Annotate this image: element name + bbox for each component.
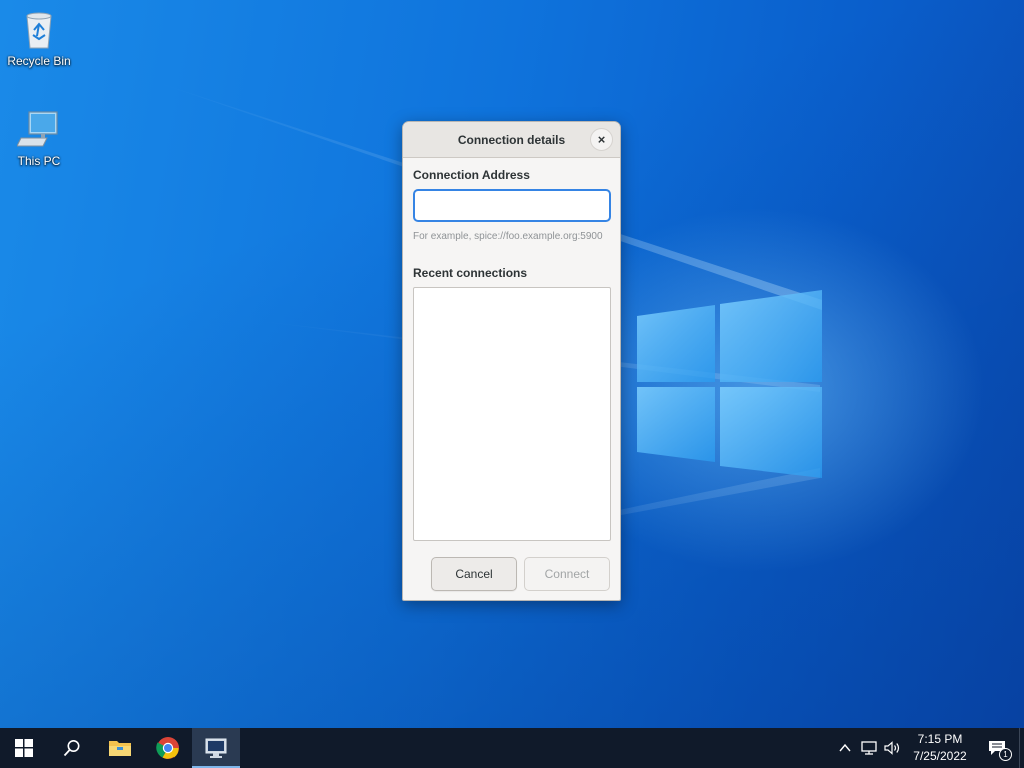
recent-connections-list[interactable] xyxy=(413,287,611,541)
clock-date: 7/25/2022 xyxy=(913,749,967,763)
notification-count-badge: 1 xyxy=(999,748,1012,761)
chrome-icon xyxy=(156,737,179,759)
clock-time: 7:15 PM xyxy=(917,732,963,746)
action-center-button[interactable]: 1 xyxy=(975,728,1019,768)
system-tray: 7:15 PM 7/25/2022 1 xyxy=(833,728,1024,768)
recent-connections-label: Recent connections xyxy=(413,266,528,280)
show-desktop-button[interactable] xyxy=(1019,728,1024,768)
recycle-bin-icon xyxy=(17,8,61,52)
file-explorer-button[interactable] xyxy=(96,728,144,768)
connection-address-label: Connection Address xyxy=(413,168,530,182)
dialog-header: Connection details × xyxy=(403,122,620,158)
start-button[interactable] xyxy=(0,728,48,768)
volume-icon xyxy=(884,741,900,755)
desktop-icon-label: Recycle Bin xyxy=(7,54,71,68)
volume-button[interactable] xyxy=(881,728,905,768)
dialog-title: Connection details xyxy=(457,132,566,147)
desktop-icon-recycle-bin[interactable]: Recycle Bin xyxy=(1,8,77,68)
clock[interactable]: 7:15 PM 7/25/2022 xyxy=(905,728,975,768)
connection-address-hint: For example, spice://foo.example.org:590… xyxy=(413,231,603,242)
search-button[interactable] xyxy=(48,728,96,768)
close-icon: × xyxy=(597,132,606,147)
show-hidden-icons-button[interactable] xyxy=(833,728,857,768)
connection-address-input[interactable] xyxy=(413,189,611,222)
close-button[interactable]: × xyxy=(590,128,613,151)
connection-details-dialog: Connection details × Connection Address … xyxy=(402,121,621,601)
network-icon xyxy=(861,741,877,755)
cancel-button[interactable]: Cancel xyxy=(431,557,517,591)
connect-button[interactable]: Connect xyxy=(524,557,610,591)
monitor-icon xyxy=(205,738,227,758)
taskbar: 7:15 PM 7/25/2022 1 xyxy=(0,728,1024,768)
folder-icon xyxy=(109,741,131,756)
network-button[interactable] xyxy=(857,728,881,768)
remote-viewer-button[interactable] xyxy=(192,728,240,768)
windows-logo-icon xyxy=(15,739,33,757)
computer-icon xyxy=(16,108,61,152)
chrome-button[interactable] xyxy=(144,728,192,768)
chevron-up-icon xyxy=(839,743,851,752)
search-icon xyxy=(63,740,80,757)
desktop-icon-label: This PC xyxy=(17,154,61,168)
desktop-icon-this-pc[interactable]: This PC xyxy=(1,108,77,168)
